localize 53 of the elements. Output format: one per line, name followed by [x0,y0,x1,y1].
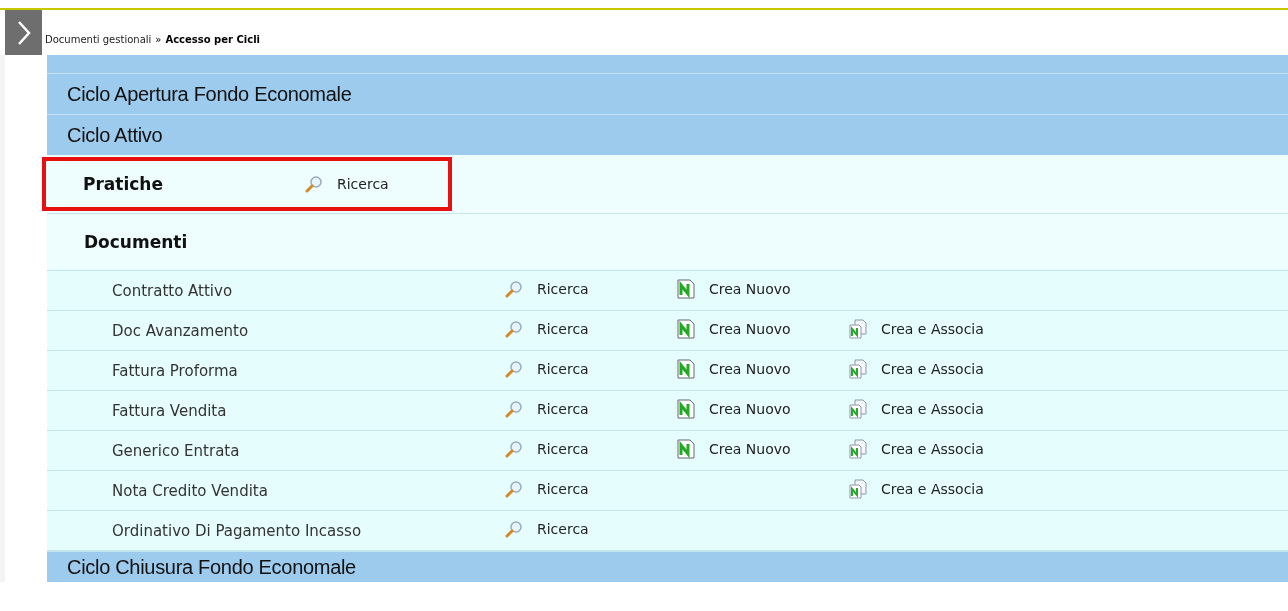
linked-documents-icon [849,358,867,379]
linked-documents-icon [849,478,867,499]
breadcrumb-link[interactable]: Documenti gestionali [45,34,152,45]
document-type: Contratto Attivo [111,281,234,300]
create-new-link[interactable]: Crea Nuovo [677,278,791,299]
magnifier-icon [505,319,523,338]
create-new-link[interactable]: Crea Nuovo [677,358,791,379]
sidebar-toggle-button[interactable] [5,10,42,55]
create-link-link[interactable]: Crea e Associa [849,398,984,419]
magnifier-icon [505,439,523,458]
new-document-icon [677,278,695,299]
search-link[interactable]: Ricerca [505,279,589,298]
magnifier-icon [305,175,323,193]
create-link-link[interactable]: Crea e Associa [849,318,984,339]
document-type: Nota Credito Vendita [111,481,269,500]
new-document-icon [677,398,695,419]
section-title: Documenti [84,232,189,252]
search-link[interactable]: Ricerca [505,319,589,338]
search-link[interactable]: Ricerca [505,359,589,378]
create-new-link[interactable]: Crea Nuovo [677,438,791,459]
create-link-link[interactable]: Crea e Associa [849,478,984,499]
search-link[interactable]: Ricerca [505,519,589,538]
cycle-header[interactable]: Ciclo Apertura Fondo Economale [47,73,1288,114]
breadcrumb-separator: » [155,34,162,45]
document-type: Generico Entrata [111,441,241,460]
create-new-link[interactable]: Crea Nuovo [677,318,791,339]
linked-documents-icon [849,318,867,339]
search-link[interactable]: Ricerca [505,439,589,458]
linked-documents-icon [849,398,867,419]
new-document-icon [677,438,695,459]
cycle-header[interactable]: Ciclo Attivo [47,114,1288,155]
search-link[interactable]: Ricerca [305,175,389,193]
document-type: Fattura Proforma [111,361,239,380]
search-link[interactable]: Ricerca [505,479,589,498]
document-type: Ordinativo Di Pagamento Incasso [111,521,363,540]
magnifier-icon [505,479,523,498]
magnifier-icon [505,359,523,378]
cycle-header[interactable]: Ciclo Chiusura Fondo Economale [47,551,1288,582]
linked-documents-icon [849,438,867,459]
document-type: Fattura Vendita [111,401,228,420]
magnifier-icon [505,519,523,538]
document-type: Doc Avanzamento [111,321,250,340]
new-document-icon [677,358,695,379]
chevron-icon [15,19,32,46]
section-title: Pratiche [83,174,164,194]
magnifier-icon [505,399,523,418]
breadcrumb-current: Accesso per Cicli [165,34,260,45]
search-link[interactable]: Ricerca [505,399,589,418]
new-document-icon [677,318,695,339]
magnifier-icon [505,279,523,298]
create-link-link[interactable]: Crea e Associa [849,438,984,459]
create-new-link[interactable]: Crea Nuovo [677,398,791,419]
create-link-link[interactable]: Crea e Associa [849,358,984,379]
